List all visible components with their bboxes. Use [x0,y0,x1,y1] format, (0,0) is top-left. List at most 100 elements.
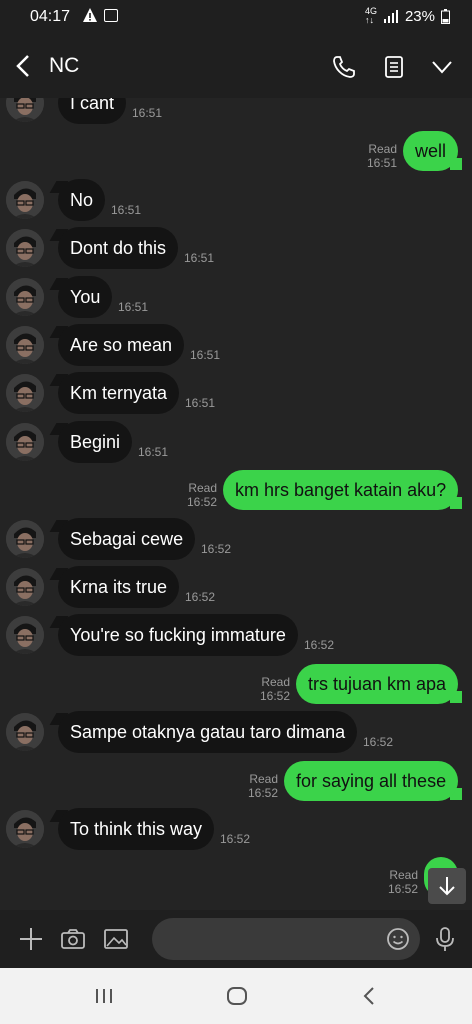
notes-icon[interactable] [380,53,408,81]
incoming-message-bubble[interactable]: You [58,275,113,318]
warning-icon [83,8,97,22]
contact-avatar[interactable] [6,180,44,219]
message-row: I cant 16:51 [0,98,472,126]
message-meta: Read 16:52 [246,675,290,703]
incoming-message-bubble[interactable]: No [58,178,106,221]
message-row: No 16:51 [0,177,472,223]
incoming-message-bubble[interactable]: Sebagai cewe [58,517,196,560]
incoming-message-bubble[interactable]: Dont do this [58,227,179,270]
message-meta: Read 16:52 [374,868,418,896]
incoming-message-bubble[interactable]: Are so mean [58,324,185,366]
plus-icon[interactable] [18,926,44,952]
chevron-down-icon[interactable] [428,53,456,81]
message-time: 16:52 [304,638,335,653]
emoji-icon[interactable] [386,927,410,951]
message-row: You're so fucking immature 16:52 [0,612,472,658]
contact-avatar[interactable] [6,713,44,752]
incoming-message-bubble[interactable]: I cant [58,98,127,124]
contact-avatar[interactable] [6,519,44,558]
scroll-to-bottom-button[interactable] [428,868,466,904]
message-meta: Read 16:52 [173,481,217,509]
outgoing-message-bubble[interactable]: km hrs banget katain aku? [223,470,458,511]
read-receipt: Read [188,481,217,496]
message-time: 16:51 [190,348,221,362]
message-row: Sampe otaknya gatau taro dimana 16:52 [0,709,472,755]
gallery-notification-icon [104,9,118,22]
message-row: Krna its true 16:52 [0,564,472,610]
contact-avatar[interactable] [6,568,44,606]
message-time: 16:51 [138,444,169,459]
camera-icon[interactable] [60,926,86,952]
read-receipt: Read [261,674,290,689]
outgoing-message-bubble[interactable]: for saying all these [284,760,458,801]
message-time: 16:52 [259,688,290,703]
contact-name[interactable]: NC [49,54,79,78]
message-time: 16:51 [111,202,142,217]
contact-avatar[interactable] [6,98,44,122]
read-receipt: Read [389,868,418,883]
message-time: 16:52 [363,735,394,750]
message-time: 16:51 [185,396,216,411]
message-row: well Read 16:51 [0,128,472,174]
message-row: Are so mean 16:51 [0,322,472,368]
recent-apps-icon[interactable] [92,984,116,1008]
message-time: 16:52 [387,882,418,897]
message-row: You 16:51 [0,274,472,320]
status-time: 04:17 [30,8,71,25]
message-list[interactable]: I cant 16:51 well Read 16:51 No 16:51 Dont do t… [0,98,472,910]
message-row: Km ternyata 16:51 [0,370,472,416]
message-time: 16:51 [184,251,215,266]
read-receipt: Read [368,142,397,157]
message-time: 16:51 [366,156,397,171]
image-icon[interactable] [103,926,129,952]
contact-avatar[interactable] [6,326,44,364]
outgoing-message-bubble[interactable]: trs tujuan km apa [296,663,458,704]
message-row: Read 16:52 [0,854,472,900]
incoming-message-bubble[interactable]: To think this way [58,808,215,850]
contact-avatar[interactable] [6,422,44,461]
contact-avatar[interactable] [6,616,44,655]
message-time: 16:52 [220,832,251,846]
system-back-icon[interactable] [357,984,381,1008]
message-row: Dont do this 16:51 [0,225,472,271]
contact-avatar[interactable] [6,374,44,413]
chat-header: NC [0,36,472,98]
message-time: 16:52 [247,785,278,800]
contact-avatar[interactable] [6,277,44,316]
incoming-message-bubble[interactable]: Sampe otaknya gatau taro dimana [58,711,358,754]
message-row: km hrs banget katain aku? Read 16:52 [0,467,472,513]
status-right: 4G ↑↓ 23% [365,7,450,25]
status-bar: 04:17 4G ↑↓ 23% [0,0,472,36]
message-meta: Read 16:51 [353,142,397,170]
message-meta: Read 16:52 [234,772,278,800]
system-navigation-bar [0,968,472,1024]
contact-avatar[interactable] [6,229,44,268]
incoming-message-bubble[interactable]: Begini [58,420,133,463]
arrow-down-icon [439,877,455,896]
battery-percent: 23% [404,7,435,25]
message-row: for saying all these Read 16:52 [0,758,472,804]
message-time: 16:52 [186,495,217,510]
message-time: 16:51 [132,106,163,120]
message-composer [0,910,472,968]
message-input[interactable] [152,918,384,960]
back-arrow-icon[interactable] [12,52,34,80]
incoming-message-bubble[interactable]: Km ternyata [58,372,180,415]
message-row: Begini 16:51 [0,419,472,465]
message-row: To think this way 16:52 [0,806,472,852]
incoming-message-bubble[interactable]: Krna its true [58,566,180,608]
contact-avatar[interactable] [6,810,44,848]
message-time: 16:52 [185,590,216,604]
phone-icon[interactable] [330,53,358,81]
outgoing-message-bubble[interactable]: well [403,131,458,172]
home-icon[interactable] [225,984,249,1008]
read-receipt: Read [249,771,278,786]
microphone-icon[interactable] [432,926,458,952]
message-row: trs tujuan km apa Read 16:52 [0,661,472,707]
battery-icon [441,8,450,24]
message-input-wrapper[interactable] [152,918,420,960]
network-icon: 4G ↑↓ [364,6,377,25]
signal-icon [383,10,398,23]
message-time: 16:51 [118,299,149,314]
incoming-message-bubble[interactable]: You're so fucking immature [58,614,298,657]
